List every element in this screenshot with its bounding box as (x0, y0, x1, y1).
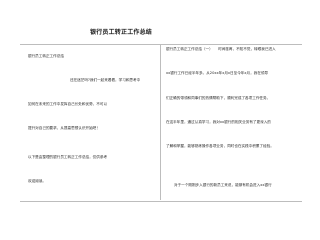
document-page: 银行员工转正工作总结 银行员工转正工作总结 还在迷茫吗?我们一起来看看，学习和思… (0, 0, 320, 226)
document-title: 银行员工转正工作总结 (90, 29, 153, 36)
right-paragraph-line: xx银行工作已经半年多。从20xx年x月x日至今年x月，我在领导 (166, 71, 269, 75)
right-paragraph-line: 在这半年里，通过认真学习，我对xx银行的相关业务有了更深入的 (166, 120, 271, 124)
left-paragraph-line: 欢迎阅读。 (28, 179, 46, 183)
right-paragraph-line: 银行员工转正工作总结（一） 时间荏苒，不知不觉，转眼我已进入 (166, 47, 276, 51)
column-divider (160, 44, 161, 200)
left-paragraph-line: 提升对自己的要求，从提高思想认识开始吧！ (28, 126, 100, 130)
left-paragraph-line: 银行员工转正工作总结 (28, 54, 64, 58)
right-paragraph-line: 了解和掌握，能够熟练操作各项业务，同时也在实践中积累了经验。 (166, 144, 274, 148)
left-paragraph-line: 还在迷茫吗?我们一起来看看，学习和思考中 (70, 78, 141, 82)
left-paragraph-line: 如何在未来的工作中发挥自己长处和优势，不可以 (28, 102, 108, 106)
right-paragraph-line: 们正确的带领和同事们的热情帮助下，顺利完成了各项工作任务。 (166, 96, 271, 100)
left-paragraph-line: 以下是由整理的银行员工转正工作总结，仅供参考 (28, 155, 108, 159)
right-paragraph-line: 对于一个刚刚步入银行的新员工来说，能够有机会进入xx银行 (174, 183, 272, 187)
